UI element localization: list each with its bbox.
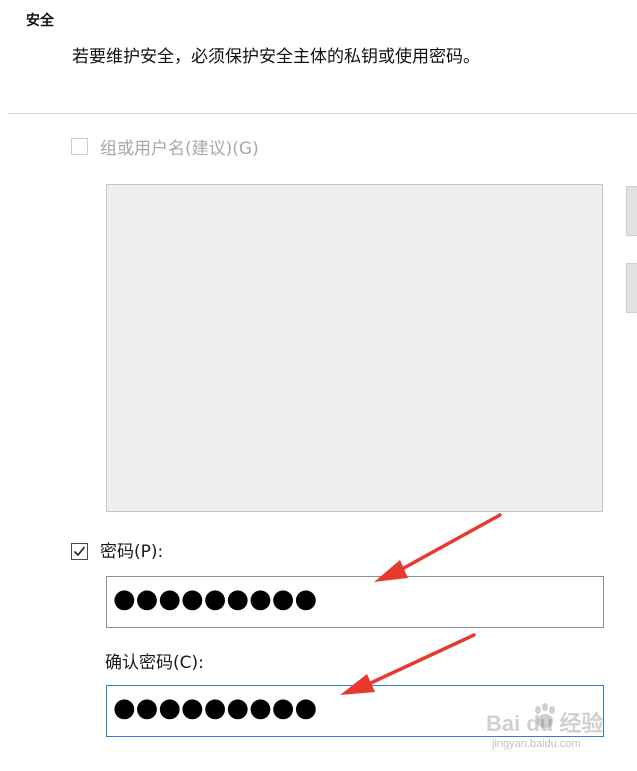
group-user-label: 组或用户名(建议)(G): [100, 139, 259, 159]
divider: [8, 113, 637, 114]
remove-button[interactable]: [626, 263, 637, 313]
watermark-url: jingyan.baidu.com: [492, 738, 581, 750]
password-checkbox[interactable]: [71, 543, 88, 560]
checkmark-icon: [73, 546, 86, 557]
confirm-password-label: 确认密码(C):: [105, 653, 204, 673]
section-title: 安全: [26, 13, 54, 29]
arrow-to-password: [374, 513, 502, 582]
section-description: 若要维护安全，必须保护安全主体的私钥或使用密码。: [72, 47, 480, 67]
group-user-checkbox[interactable]: [71, 138, 88, 155]
password-label: 密码(P):: [100, 542, 164, 562]
confirm-password-input[interactable]: ●●●●●●●●●: [106, 685, 604, 737]
add-button[interactable]: [626, 186, 637, 236]
group-user-list[interactable]: [106, 184, 603, 512]
password-input[interactable]: ●●●●●●●●●: [106, 576, 604, 628]
